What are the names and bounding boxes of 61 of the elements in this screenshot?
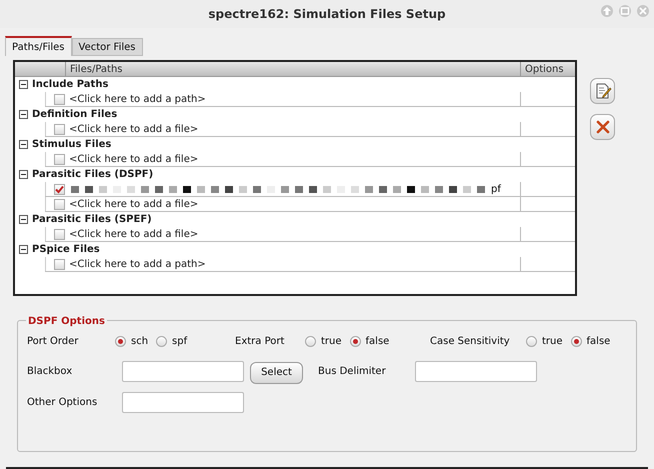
checkbox[interactable] [54, 258, 65, 270]
collapse-icon[interactable] [19, 110, 28, 119]
collapse-icon[interactable] [19, 80, 28, 89]
restore-icon[interactable] [618, 4, 632, 18]
field-label: Other Options [27, 396, 98, 410]
tree-group-label[interactable]: Stimulus Files [32, 137, 112, 152]
radio-label[interactable]: true [542, 334, 563, 348]
maximize-icon[interactable] [600, 4, 614, 18]
checkbox[interactable] [54, 198, 65, 210]
add-entry-item[interactable]: <Click here to add a file> [69, 196, 198, 212]
pencil-document-icon [594, 82, 612, 100]
tab[interactable]: Vector Files [72, 38, 142, 56]
radio-button[interactable] [115, 336, 126, 346]
checkbox[interactable] [54, 124, 65, 134]
radio-label[interactable]: spf [172, 334, 188, 348]
radio-label[interactable]: true [321, 334, 342, 348]
column-header: Files/Paths [65, 62, 520, 76]
checkbox[interactable] [54, 154, 65, 164]
field-label: Port Order [27, 334, 80, 348]
window-title: spectre162: Simulation Files Setup [208, 6, 446, 23]
checkbox[interactable] [54, 184, 65, 194]
collapse-icon[interactable] [19, 170, 28, 179]
radio-button[interactable] [570, 336, 582, 346]
close-icon[interactable] [636, 4, 650, 18]
radio-button[interactable] [305, 336, 316, 346]
field-label: Bus Delimiter [318, 364, 387, 378]
bus-delimiter-field[interactable] [415, 360, 537, 382]
file-path[interactable]: pf [491, 182, 501, 196]
radio-label[interactable]: false [366, 334, 390, 348]
add-entry-item[interactable]: <Click here to add a file> [69, 152, 198, 166]
add-entry-item[interactable]: <Click here to add a path> [69, 256, 206, 272]
checkbox[interactable] [54, 94, 65, 104]
delete-button[interactable] [590, 114, 615, 140]
group-title: DSPF Options [26, 314, 107, 329]
tab[interactable]: Paths/Files [5, 36, 72, 56]
radio-button[interactable] [526, 336, 537, 346]
collapse-icon[interactable] [19, 215, 28, 224]
select-button[interactable]: Select [250, 362, 303, 384]
tree-group-label[interactable]: Parasitic Files (SPEF) [32, 212, 152, 227]
add-entry-item[interactable]: <Click here to add a path> [69, 92, 206, 106]
radio-button[interactable] [350, 336, 361, 346]
tree-group-label[interactable]: Definition Files [32, 107, 118, 122]
column-header: Options [520, 62, 575, 76]
collapse-icon[interactable] [19, 245, 28, 254]
collapse-icon[interactable] [19, 140, 28, 149]
other-options-field[interactable] [122, 392, 244, 412]
tree-group-label[interactable]: Include Paths [32, 77, 108, 92]
field-label: Extra Port [235, 334, 286, 348]
field-label: Case Sensitivity [430, 334, 511, 348]
checkbox[interactable] [54, 228, 65, 240]
radio-button[interactable] [156, 336, 168, 346]
add-entry-item[interactable]: <Click here to add a file> [69, 226, 198, 242]
field-label: Blackbox [27, 364, 74, 378]
tree-group-label[interactable]: Parasitic Files (DSPF) [32, 167, 154, 182]
edit-button[interactable] [590, 78, 615, 104]
tree-group-label[interactable]: PSpice Files [32, 242, 100, 257]
blackbox-field[interactable] [122, 360, 244, 382]
radio-label[interactable]: sch [131, 334, 148, 348]
add-entry-item[interactable]: <Click here to add a file> [69, 122, 198, 136]
radio-label[interactable]: false [586, 334, 610, 348]
delete-icon [596, 120, 610, 134]
